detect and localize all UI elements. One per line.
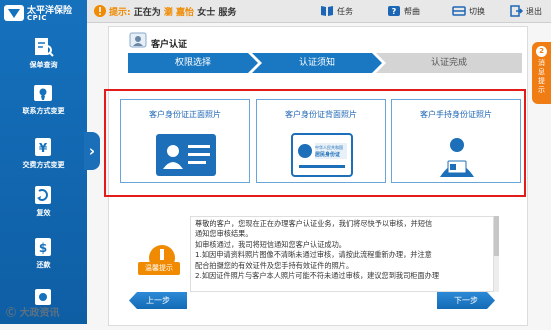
logout-icon bbox=[510, 5, 523, 17]
id-card-text-2: 居民身份证 bbox=[315, 152, 341, 158]
warm-tip-label: 温馨提示 bbox=[138, 262, 180, 275]
customer-name: 瀏 嘉怡 bbox=[163, 8, 195, 18]
sidebar-item-label: 联系方式变更 bbox=[22, 107, 65, 115]
reinstatement-icon bbox=[35, 186, 51, 204]
id-card-front-icon bbox=[156, 134, 216, 176]
sidebar-item-contact-change[interactable]: 联系方式变更 bbox=[0, 82, 87, 126]
watermark: Ⓒ 大政资讯 bbox=[6, 308, 60, 319]
sidebar-item-label: 复效 bbox=[36, 209, 51, 217]
sidebar-item-payment-change[interactable]: ¥ 交费方式变更 bbox=[0, 136, 87, 180]
sidebar-item-policy-search[interactable]: 保单查询 bbox=[0, 36, 87, 80]
notice-scrollbar[interactable] bbox=[494, 216, 499, 292]
step-complete: 认证完成 bbox=[376, 53, 522, 73]
customer-card-icon bbox=[129, 32, 147, 48]
help-icon: ? bbox=[388, 6, 400, 16]
notice-line: 尊敬的客户，您现在正在办理客户认证业务，我们将尽快予以审核，并短信 bbox=[195, 219, 433, 228]
sidebar-item-label: 还款 bbox=[36, 261, 51, 269]
brand-logo: 太平洋保险 CPIC bbox=[3, 2, 85, 24]
step-permission: 权限选择 bbox=[128, 53, 258, 73]
notice-line: 通知您审核结果。 bbox=[195, 229, 253, 239]
upload-card-holding-id[interactable]: 客户手持身份证照片 bbox=[391, 99, 521, 183]
sidebar: 太平洋保险 CPIC 保单查询 联系方式变更 ¥ 交费方式变更 复效 $ 还款 bbox=[0, 0, 87, 324]
notice-line: 2.如因证件照片与客户本人照片可能不符未通过审核，建议您到我司柜面办理 bbox=[195, 271, 440, 281]
brand-name-en: CPIC bbox=[27, 14, 48, 22]
svg-text:?: ? bbox=[392, 7, 397, 16]
service-tip: 提示: 正在为 瀏 嘉怡 女士 服务 bbox=[109, 5, 236, 18]
sidebar-item-label: 交费方式变更 bbox=[22, 161, 65, 169]
next-step-button[interactable]: 下一步 bbox=[437, 292, 495, 309]
step-progress: 权限选择 认证须知 认证完成 bbox=[128, 53, 522, 73]
policy-search-icon bbox=[35, 38, 54, 57]
message-tab[interactable]: 2 消息提示 bbox=[532, 42, 551, 104]
payment-change-icon: ¥ bbox=[35, 138, 51, 156]
book-icon bbox=[321, 6, 333, 16]
sidebar-collapse-toggle[interactable]: › bbox=[84, 132, 100, 170]
notice-text-box: 尊敬的客户，您现在正在办理客户认证业务，我们将尽快予以审核，并短信 通知您审核结… bbox=[190, 216, 494, 292]
svg-text:$: $ bbox=[39, 241, 47, 255]
notice-line: 1.如因申请资料照片图像不清晰未通过审核，请按此流程重新办理，并注意 bbox=[195, 250, 432, 260]
tip-prefix: 提示: bbox=[109, 8, 131, 18]
cpic-logo-icon bbox=[4, 5, 24, 21]
page-title: 客户认证 bbox=[151, 40, 188, 50]
sidebar-item-repayment[interactable]: $ 还款 bbox=[0, 236, 87, 280]
message-count-badge: 2 bbox=[536, 46, 547, 57]
upload-card-id-back[interactable]: 客户身份证背面照片 中华人民共和国 居民身份证 bbox=[256, 99, 386, 183]
step-notice: 认证须知 bbox=[252, 53, 382, 73]
repayment-icon: $ bbox=[35, 238, 51, 256]
sidebar-item-label: 保单查询 bbox=[29, 61, 58, 69]
top-bar: 提示: 正在为 瀏 嘉怡 女士 服务 任务 ? 帮曲 切换 退出 bbox=[87, 0, 551, 23]
previous-step-button[interactable]: 上一步 bbox=[129, 292, 187, 309]
warning-tip-icon bbox=[94, 5, 106, 17]
notice-line: 配合拍摄您的有效证件及您手持有效证件的照片。 bbox=[195, 260, 354, 270]
contact-change-icon bbox=[34, 85, 52, 101]
tip-text: 正在为 bbox=[133, 8, 161, 18]
chevron-right-icon: › bbox=[88, 142, 96, 160]
notice-line: 如审核通过，我司将短信通知您客户认证成功。 bbox=[195, 239, 346, 249]
card-title: 客户手持身份证照片 bbox=[420, 110, 492, 119]
switch-icon bbox=[452, 6, 466, 16]
svg-text:¥: ¥ bbox=[39, 141, 48, 155]
message-tab-label: 消息提示 bbox=[538, 59, 545, 94]
person-holding-id-icon bbox=[440, 138, 474, 177]
card-title: 客户身份证背面照片 bbox=[285, 110, 357, 119]
tip-text-suffix: 女士 服务 bbox=[197, 8, 237, 18]
upload-card-id-front[interactable]: 客户身份证正面照片 bbox=[120, 99, 250, 183]
card-title: 客户身份证正面照片 bbox=[149, 110, 221, 119]
sidebar-item-reinstatement[interactable]: 复效 bbox=[0, 184, 87, 228]
scrollbar-thumb[interactable] bbox=[494, 216, 499, 256]
